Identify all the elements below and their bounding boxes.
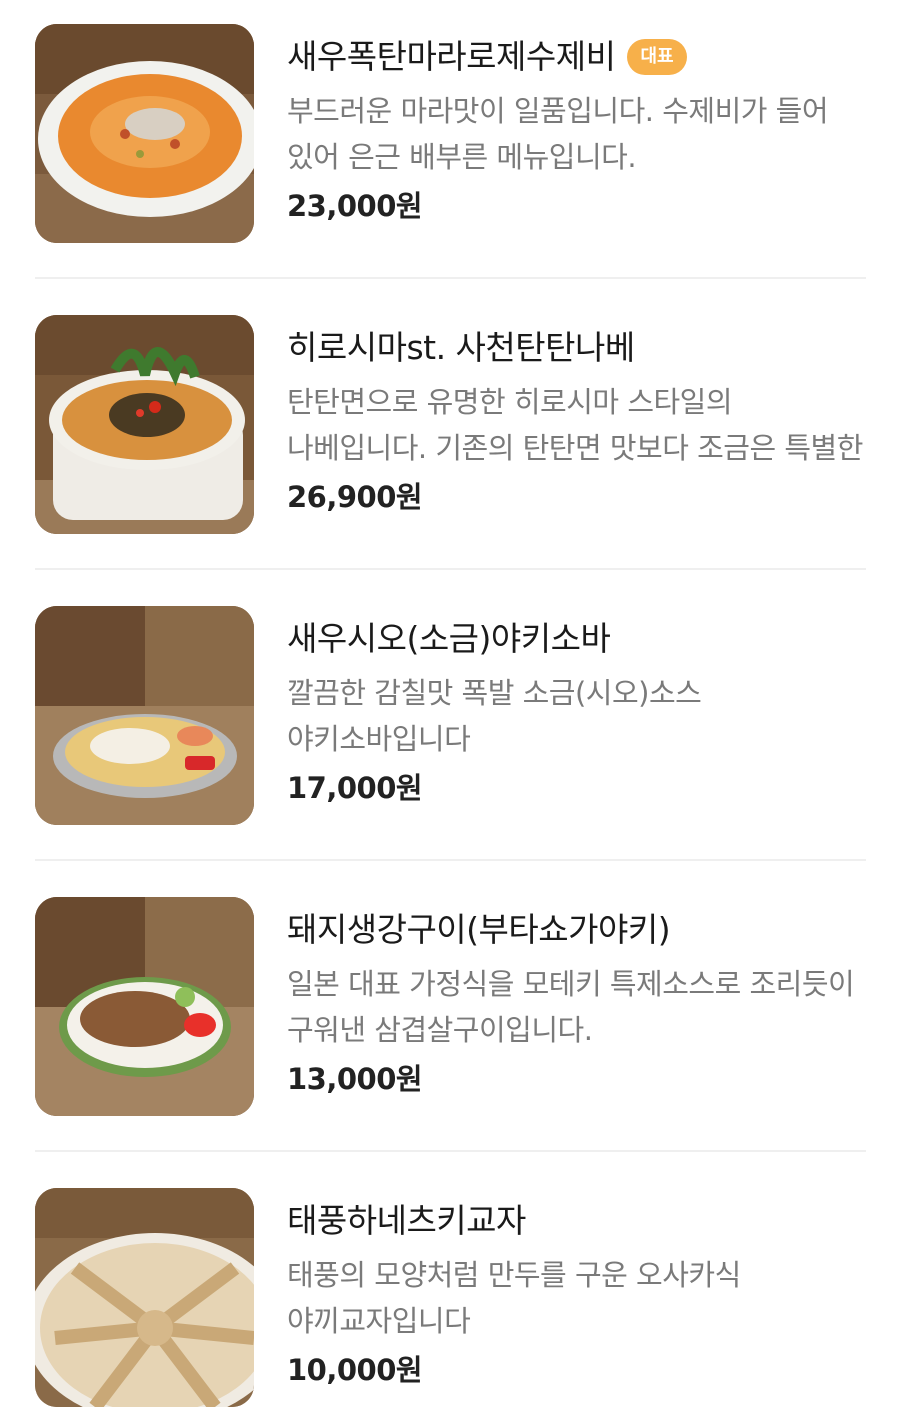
menu-item[interactable]: 새우시오(소금)야키소바 깔끔한 감칠맛 폭발 소금(시오)소스 야키소바입니다… — [0, 582, 900, 873]
menu-item-title-row: 히로시마st. 사천탄탄나베 — [287, 323, 872, 373]
divider — [35, 859, 866, 861]
menu-item-price: 26,900원 — [287, 480, 423, 514]
menu-item[interactable]: 히로시마st. 사천탄탄나베 탄탄면으로 유명한 히로시마 스타일의 나베입니다… — [0, 291, 900, 582]
menu-item-name: 태풍하네츠키교자 — [287, 1201, 526, 1240]
menu-item-photo[interactable] — [35, 897, 254, 1116]
menu-item-title-row: 돼지생강구이(부타쇼가야키) — [287, 905, 872, 955]
menu-item-title-row: 태풍하네츠키교자 — [287, 1196, 872, 1246]
menu-item-info: 히로시마st. 사천탄탄나베 탄탄면으로 유명한 히로시마 스타일의 나베입니다… — [287, 323, 872, 517]
pork-ginger-photo-icon — [35, 897, 254, 1116]
menu-item-description: 탄탄면으로 유명한 히로시마 스타일의 나베입니다. 기존의 탄탄면 맛보다 조… — [287, 385, 863, 465]
menu-item-name: 새우시오(소금)야키소바 — [287, 619, 611, 658]
menu-item-photo[interactable] — [35, 24, 254, 243]
signature-badge: 대표 — [627, 39, 687, 75]
menu-list: 새우폭탄마라로제수제비 대표 부드러운 마라맛이 일품입니다. 수제비가 들어 … — [0, 0, 900, 1423]
menu-item-info: 돼지생강구이(부타쇼가야키) 일본 대표 가정식을 모테키 특제소스로 조리듯이… — [287, 905, 872, 1099]
menu-item-price: 10,000원 — [287, 1353, 423, 1387]
tantan-nabe-photo-icon — [35, 315, 254, 534]
yakisoba-photo-icon — [35, 606, 254, 825]
menu-item-description: 깔끔한 감칠맛 폭발 소금(시오)소스 야키소바입니다 — [287, 676, 702, 756]
divider — [35, 568, 866, 570]
menu-item-title-row: 새우폭탄마라로제수제비 대표 — [287, 32, 872, 82]
menu-item[interactable]: 돼지생강구이(부타쇼가야키) 일본 대표 가정식을 모테키 특제소스로 조리듯이… — [0, 873, 900, 1164]
menu-item-description: 태풍의 모양처럼 만두를 구운 오사카식 야끼교자입니다 — [287, 1258, 741, 1338]
menu-item[interactable]: 태풍하네츠키교자 태풍의 모양처럼 만두를 구운 오사카식 야끼교자입니다 10… — [0, 1164, 900, 1423]
menu-item-name: 돼지생강구이(부타쇼가야키) — [287, 910, 671, 949]
menu-item-photo[interactable] — [35, 606, 254, 825]
menu-item-title-row: 새우시오(소금)야키소바 — [287, 614, 872, 664]
rose-sujebi-photo-icon — [35, 24, 254, 243]
menu-item[interactable]: 새우폭탄마라로제수제비 대표 부드러운 마라맛이 일품입니다. 수제비가 들어 … — [0, 0, 900, 291]
menu-item-price: 17,000원 — [287, 771, 423, 805]
menu-item-photo[interactable] — [35, 315, 254, 534]
menu-item-description: 부드러운 마라맛이 일품입니다. 수제비가 들어 있어 은근 배부른 메뉴입니다… — [287, 94, 829, 174]
divider — [35, 277, 866, 279]
menu-item-price: 13,000원 — [287, 1062, 423, 1096]
divider — [35, 1150, 866, 1152]
menu-item-price: 23,000원 — [287, 189, 423, 223]
menu-item-info: 태풍하네츠키교자 태풍의 모양처럼 만두를 구운 오사카식 야끼교자입니다 10… — [287, 1196, 872, 1390]
menu-item-info: 새우폭탄마라로제수제비 대표 부드러운 마라맛이 일품입니다. 수제비가 들어 … — [287, 32, 872, 226]
menu-item-description: 일본 대표 가정식을 모테키 특제소스로 조리듯이 구워낸 삼겹살구이입니다. — [287, 967, 855, 1047]
menu-item-name: 히로시마st. 사천탄탄나베 — [287, 328, 635, 367]
menu-item-name: 새우폭탄마라로제수제비 — [287, 37, 616, 76]
menu-item-photo[interactable] — [35, 1188, 254, 1407]
menu-item-info: 새우시오(소금)야키소바 깔끔한 감칠맛 폭발 소금(시오)소스 야키소바입니다… — [287, 614, 872, 808]
gyoza-photo-icon — [35, 1188, 254, 1407]
